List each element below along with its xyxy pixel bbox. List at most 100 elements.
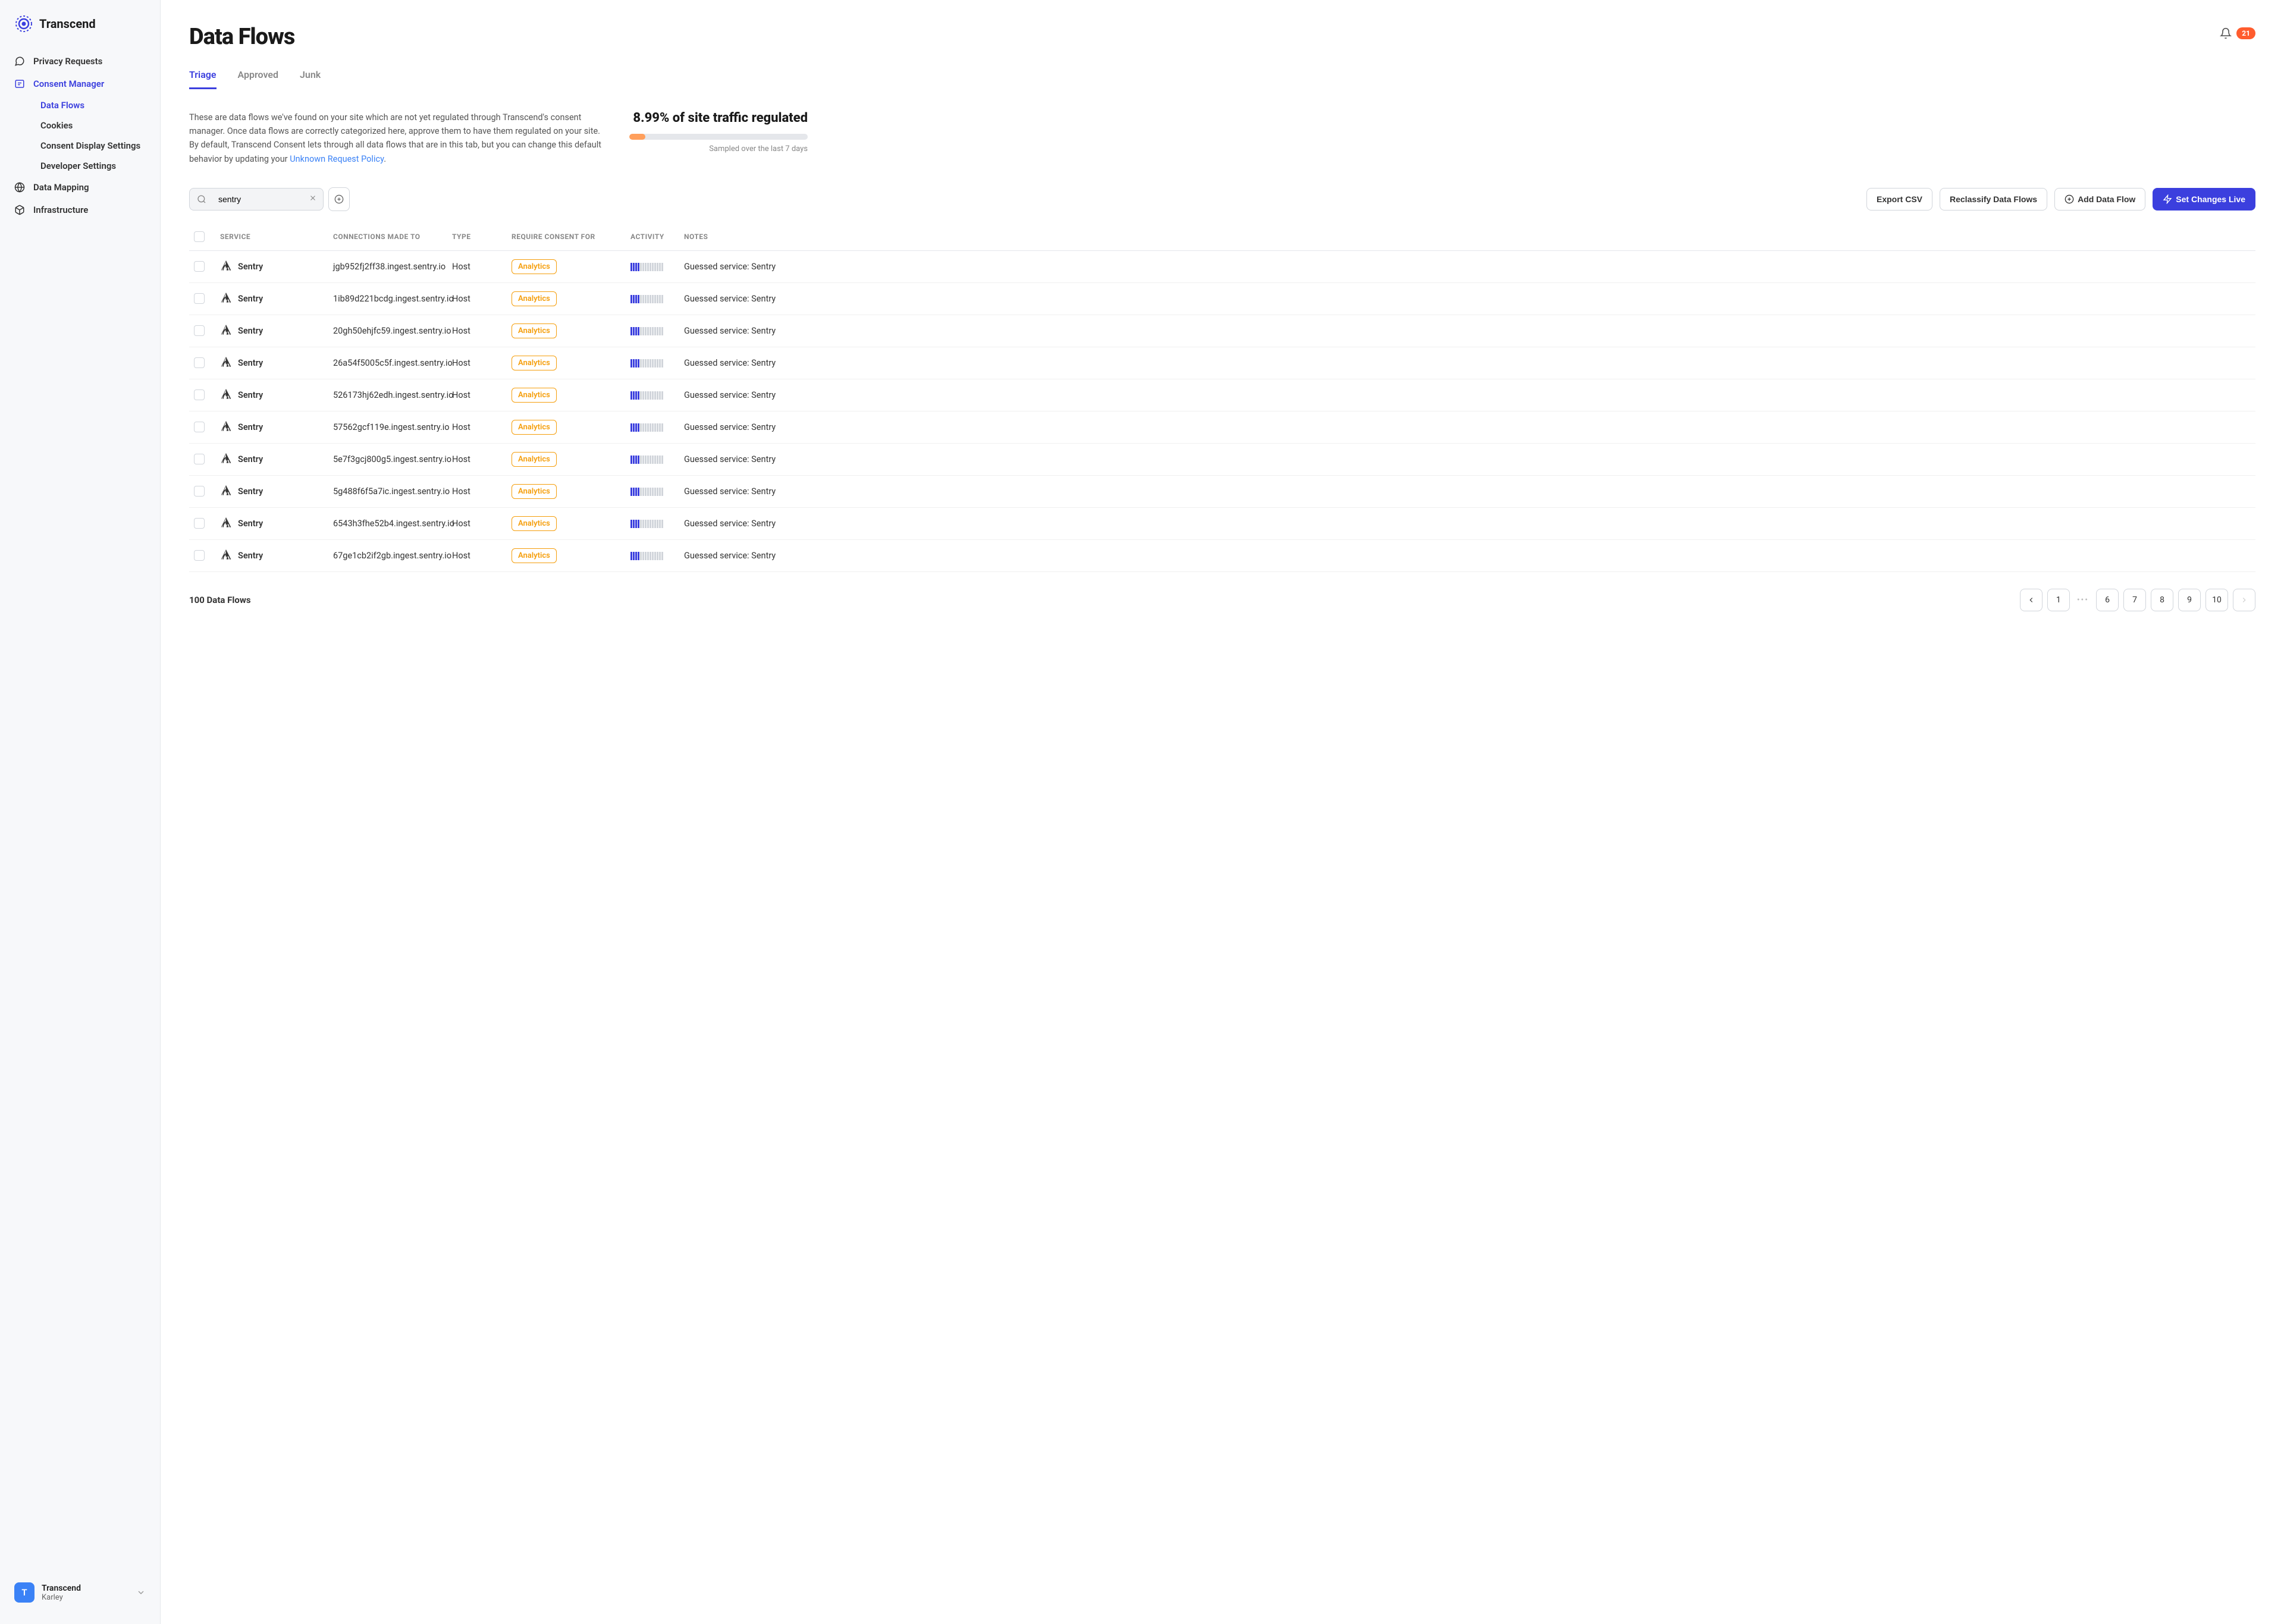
table-row[interactable]: Sentry67ge1cb2if2gb.ingest.sentry.ioHost… bbox=[189, 540, 2255, 572]
table-row[interactable]: Sentry20gh50ehjfc59.ingest.sentry.ioHost… bbox=[189, 315, 2255, 347]
page-8-button[interactable]: 8 bbox=[2151, 589, 2173, 611]
user-menu[interactable]: T Transcend Karley bbox=[0, 1575, 160, 1610]
consent-tag[interactable]: Analytics bbox=[512, 259, 557, 274]
page-7-button[interactable]: 7 bbox=[2123, 589, 2146, 611]
connection-host: 5e7f3gcj800g5.ingest.sentry.io bbox=[333, 454, 452, 464]
row-checkbox[interactable] bbox=[194, 550, 205, 561]
user-org: Transcend bbox=[42, 1584, 129, 1593]
service-name: Sentry bbox=[238, 422, 263, 432]
consent-tag[interactable]: Analytics bbox=[512, 452, 557, 467]
next-page-button[interactable] bbox=[2233, 589, 2255, 611]
row-checkbox[interactable] bbox=[194, 325, 205, 336]
clear-search-button[interactable] bbox=[303, 193, 323, 205]
table-row[interactable]: Sentry1ib89d221bcdg.ingest.sentry.ioHost… bbox=[189, 283, 2255, 315]
table-row[interactable]: Sentry26a54f5005c5f.ingest.sentry.ioHost… bbox=[189, 347, 2255, 379]
page-10-button[interactable]: 10 bbox=[2205, 589, 2228, 611]
unknown-request-policy-link[interactable]: Unknown Request Policy bbox=[290, 154, 384, 164]
cube-icon bbox=[14, 205, 25, 215]
select-all-checkbox[interactable] bbox=[194, 231, 205, 242]
main-nav: Privacy Requests Consent Manager Data Fl… bbox=[0, 50, 160, 1575]
consent-tag[interactable]: Analytics bbox=[512, 548, 557, 563]
brand-logo[interactable]: Transcend bbox=[0, 14, 160, 50]
export-csv-button[interactable]: Export CSV bbox=[1866, 188, 1932, 211]
col-connections[interactable]: Connections Made To bbox=[333, 233, 452, 241]
consent-tag[interactable]: Analytics bbox=[512, 516, 557, 531]
col-activity[interactable]: Activity bbox=[630, 233, 684, 241]
set-live-label: Set Changes Live bbox=[2176, 194, 2245, 204]
consent-tag[interactable]: Analytics bbox=[512, 291, 557, 306]
consent-tag[interactable]: Analytics bbox=[512, 323, 557, 338]
row-checkbox[interactable] bbox=[194, 454, 205, 464]
row-checkbox[interactable] bbox=[194, 357, 205, 368]
row-checkbox[interactable] bbox=[194, 486, 205, 497]
activity-sparkline bbox=[630, 422, 684, 432]
table-row[interactable]: Sentry526173hj62edh.ingest.sentry.ioHost… bbox=[189, 379, 2255, 412]
row-checkbox[interactable] bbox=[194, 389, 205, 400]
tabs: Triage Approved Junk bbox=[189, 64, 2255, 89]
service-name: Sentry bbox=[238, 519, 263, 529]
search-input[interactable] bbox=[214, 189, 303, 210]
row-notes: Guessed service: Sentry bbox=[684, 390, 2251, 400]
reclassify-button[interactable]: Reclassify Data Flows bbox=[1940, 188, 2047, 211]
activity-sparkline bbox=[630, 454, 684, 464]
activity-sparkline bbox=[630, 519, 684, 528]
activity-sparkline bbox=[630, 262, 684, 271]
add-data-flow-button[interactable]: Add Data Flow bbox=[2054, 188, 2145, 211]
brand-name: Transcend bbox=[39, 17, 96, 31]
sentry-icon bbox=[220, 453, 232, 465]
table-row[interactable]: Sentry6543h3fhe52b4.ingest.sentry.ioHost… bbox=[189, 508, 2255, 540]
chevron-down-icon bbox=[136, 1588, 146, 1597]
page-1-button[interactable]: 1 bbox=[2047, 589, 2070, 611]
tab-triage[interactable]: Triage bbox=[189, 64, 217, 89]
sidebar-subitem-cookies[interactable]: Cookies bbox=[33, 115, 153, 136]
col-service[interactable]: Service bbox=[220, 233, 333, 241]
connection-host: 67ge1cb2if2gb.ingest.sentry.io bbox=[333, 551, 452, 561]
sidebar-item-data-mapping[interactable]: Data Mapping bbox=[7, 176, 153, 199]
consent-tag[interactable]: Analytics bbox=[512, 356, 557, 370]
sentry-icon bbox=[220, 549, 232, 561]
row-checkbox[interactable] bbox=[194, 293, 205, 304]
consent-tag[interactable]: Analytics bbox=[512, 484, 557, 499]
row-checkbox[interactable] bbox=[194, 422, 205, 432]
row-checkbox[interactable] bbox=[194, 261, 205, 272]
search-icon bbox=[190, 189, 214, 210]
sidebar-item-privacy-requests[interactable]: Privacy Requests bbox=[7, 50, 153, 73]
page-6-button[interactable]: 6 bbox=[2096, 589, 2119, 611]
col-type[interactable]: Type bbox=[452, 233, 512, 241]
set-changes-live-button[interactable]: Set Changes Live bbox=[2153, 188, 2255, 211]
table-row[interactable]: Sentry57562gcf119e.ingest.sentry.ioHostA… bbox=[189, 412, 2255, 444]
flow-type: Host bbox=[452, 422, 512, 432]
table-row[interactable]: Sentry5e7f3gcj800g5.ingest.sentry.ioHost… bbox=[189, 444, 2255, 476]
row-notes: Guessed service: Sentry bbox=[684, 262, 2251, 272]
page-title: Data Flows bbox=[189, 24, 294, 50]
service-name: Sentry bbox=[238, 326, 263, 336]
nav-label: Infrastructure bbox=[33, 205, 88, 215]
results-count: 100 Data Flows bbox=[189, 595, 251, 605]
col-consent[interactable]: Require Consent For bbox=[512, 233, 630, 241]
tab-junk[interactable]: Junk bbox=[300, 64, 321, 89]
row-checkbox[interactable] bbox=[194, 518, 205, 529]
bell-icon[interactable] bbox=[2220, 27, 2232, 39]
sidebar-item-consent-manager[interactable]: Consent Manager bbox=[7, 73, 153, 95]
notification-badge[interactable]: 21 bbox=[2236, 27, 2255, 39]
description: These are data flows we've found on your… bbox=[189, 111, 605, 166]
add-filter-button[interactable] bbox=[328, 187, 350, 211]
connection-host: 20gh50ehjfc59.ingest.sentry.io bbox=[333, 326, 452, 336]
table-row[interactable]: Sentry5g488f6f5a7ic.ingest.sentry.ioHost… bbox=[189, 476, 2255, 508]
add-label: Add Data Flow bbox=[2078, 194, 2135, 204]
row-notes: Guessed service: Sentry bbox=[684, 454, 2251, 464]
sidebar-subitem-developer-settings[interactable]: Developer Settings bbox=[33, 156, 153, 176]
flow-type: Host bbox=[452, 519, 512, 529]
sidebar-subitem-data-flows[interactable]: Data Flows bbox=[33, 95, 153, 115]
table-row[interactable]: Sentryjgb952fj2ff38.ingest.sentry.ioHost… bbox=[189, 251, 2255, 283]
pagination: 1 ••• 6 7 8 9 10 bbox=[2020, 589, 2255, 611]
col-notes[interactable]: Notes bbox=[684, 233, 2251, 241]
sidebar-subitem-consent-display[interactable]: Consent Display Settings bbox=[33, 136, 153, 156]
consent-tag[interactable]: Analytics bbox=[512, 388, 557, 403]
prev-page-button[interactable] bbox=[2020, 589, 2043, 611]
page-9-button[interactable]: 9 bbox=[2178, 589, 2201, 611]
nav-label: Consent Manager bbox=[33, 78, 104, 89]
tab-approved[interactable]: Approved bbox=[238, 64, 279, 89]
sidebar-item-infrastructure[interactable]: Infrastructure bbox=[7, 199, 153, 221]
consent-tag[interactable]: Analytics bbox=[512, 420, 557, 435]
